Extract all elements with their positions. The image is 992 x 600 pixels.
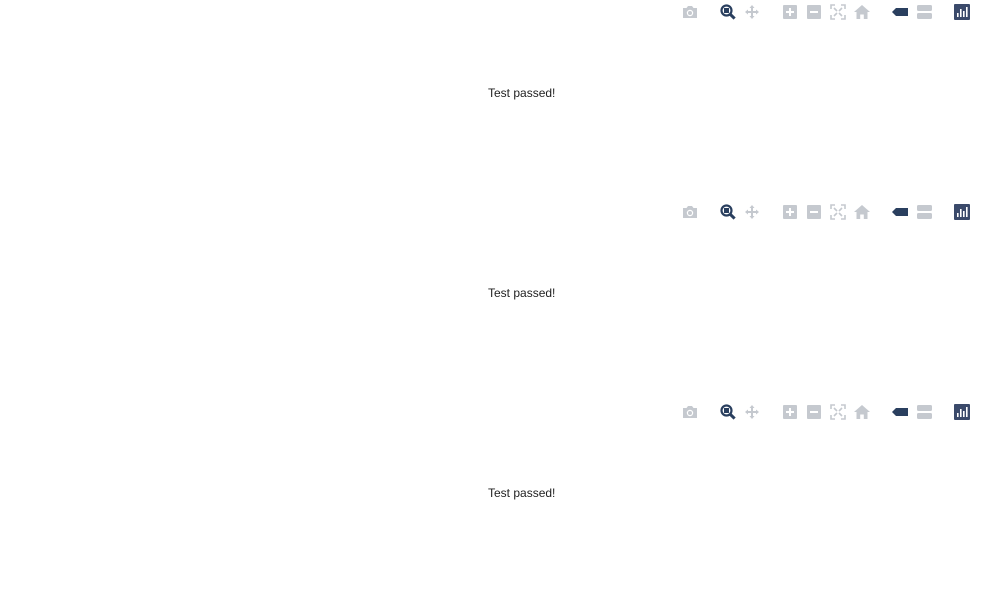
logo-button[interactable] bbox=[950, 402, 974, 422]
hover-compare-button[interactable] bbox=[912, 402, 936, 422]
hover-compare-icon bbox=[917, 405, 932, 419]
zoom-in-button[interactable] bbox=[778, 202, 802, 222]
modebar-group-download bbox=[678, 2, 702, 22]
download-plot-button[interactable] bbox=[678, 202, 702, 222]
hover-compare-icon bbox=[917, 205, 932, 219]
status-text: Test passed! bbox=[488, 286, 556, 300]
modebar-group-logo bbox=[950, 402, 974, 422]
zoom-button[interactable] bbox=[716, 402, 740, 422]
zoom-in-icon bbox=[783, 405, 797, 419]
zoom-button[interactable] bbox=[716, 2, 740, 22]
plot-panel: Test passed! bbox=[0, 200, 992, 400]
modebar bbox=[678, 202, 974, 222]
zoom-in-button[interactable] bbox=[778, 2, 802, 22]
autoscale-icon bbox=[830, 404, 846, 420]
home-icon bbox=[854, 5, 870, 19]
logo-icon bbox=[954, 204, 970, 220]
zoom-out-button[interactable] bbox=[802, 202, 826, 222]
download-plot-button[interactable] bbox=[678, 2, 702, 22]
status-text: Test passed! bbox=[488, 486, 556, 500]
modebar-group-zoom bbox=[778, 2, 874, 22]
camera-icon bbox=[683, 6, 697, 18]
logo-button[interactable] bbox=[950, 202, 974, 222]
modebar-group-logo bbox=[950, 2, 974, 22]
reset-axes-button[interactable] bbox=[850, 2, 874, 22]
pan-icon bbox=[745, 5, 759, 19]
reset-axes-button[interactable] bbox=[850, 402, 874, 422]
autoscale-icon bbox=[830, 4, 846, 20]
zoom-icon bbox=[720, 4, 736, 20]
modebar-group-hover bbox=[888, 402, 936, 422]
autoscale-button[interactable] bbox=[826, 202, 850, 222]
modebar-group-download bbox=[678, 202, 702, 222]
zoom-in-button[interactable] bbox=[778, 402, 802, 422]
autoscale-button[interactable] bbox=[826, 2, 850, 22]
status-text: Test passed! bbox=[488, 86, 556, 100]
home-icon bbox=[854, 205, 870, 219]
hover-closest-icon bbox=[892, 208, 908, 216]
modebar-group-logo bbox=[950, 202, 974, 222]
zoom-icon bbox=[720, 204, 736, 220]
modebar-group-drag bbox=[716, 402, 764, 422]
hover-closest-icon bbox=[892, 8, 908, 16]
zoom-out-icon bbox=[807, 405, 821, 419]
home-icon bbox=[854, 405, 870, 419]
hover-closest-button[interactable] bbox=[888, 402, 912, 422]
modebar-group-drag bbox=[716, 2, 764, 22]
hover-compare-button[interactable] bbox=[912, 2, 936, 22]
zoom-out-button[interactable] bbox=[802, 2, 826, 22]
logo-icon bbox=[954, 404, 970, 420]
zoom-in-icon bbox=[783, 5, 797, 19]
modebar-group-hover bbox=[888, 202, 936, 222]
modebar bbox=[678, 2, 974, 22]
modebar bbox=[678, 402, 974, 422]
pan-icon bbox=[745, 405, 759, 419]
modebar-group-zoom bbox=[778, 402, 874, 422]
hover-compare-icon bbox=[917, 5, 932, 19]
zoom-button[interactable] bbox=[716, 202, 740, 222]
zoom-out-icon bbox=[807, 5, 821, 19]
camera-icon bbox=[683, 406, 697, 418]
hover-closest-button[interactable] bbox=[888, 202, 912, 222]
pan-icon bbox=[745, 205, 759, 219]
hover-closest-icon bbox=[892, 408, 908, 416]
plot-panel: Test passed! bbox=[0, 0, 992, 200]
download-plot-button[interactable] bbox=[678, 402, 702, 422]
logo-button[interactable] bbox=[950, 2, 974, 22]
modebar-group-hover bbox=[888, 2, 936, 22]
zoom-icon bbox=[720, 404, 736, 420]
zoom-out-button[interactable] bbox=[802, 402, 826, 422]
zoom-in-icon bbox=[783, 205, 797, 219]
pan-button[interactable] bbox=[740, 202, 764, 222]
hover-closest-button[interactable] bbox=[888, 2, 912, 22]
camera-icon bbox=[683, 206, 697, 218]
modebar-group-zoom bbox=[778, 202, 874, 222]
autoscale-button[interactable] bbox=[826, 402, 850, 422]
pan-button[interactable] bbox=[740, 402, 764, 422]
hover-compare-button[interactable] bbox=[912, 202, 936, 222]
modebar-group-download bbox=[678, 402, 702, 422]
pan-button[interactable] bbox=[740, 2, 764, 22]
zoom-out-icon bbox=[807, 205, 821, 219]
reset-axes-button[interactable] bbox=[850, 202, 874, 222]
modebar-group-drag bbox=[716, 202, 764, 222]
autoscale-icon bbox=[830, 204, 846, 220]
logo-icon bbox=[954, 4, 970, 20]
plot-panel: Test passed! bbox=[0, 400, 992, 600]
